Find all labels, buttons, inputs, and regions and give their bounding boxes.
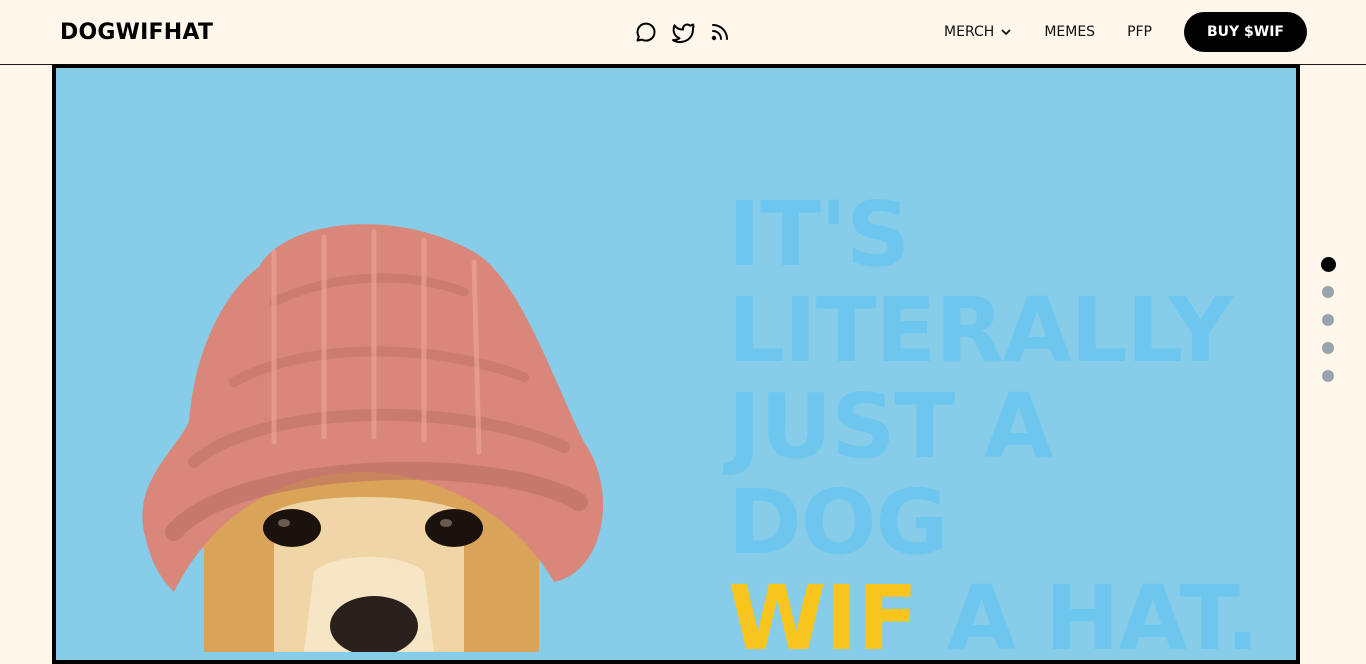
chat-bubble-icon[interactable] [634, 20, 658, 44]
nav-merch-dropdown[interactable]: MERCH [944, 24, 1012, 40]
dog-wearing-hat-image [142, 224, 604, 652]
pagination-dot[interactable] [1322, 314, 1334, 326]
headline-accent-wif: WIF [728, 566, 918, 664]
headline-line-2: LITERALLY [728, 278, 1233, 382]
main-nav: MERCH MEMES PFP BUY $WIF [944, 12, 1307, 52]
site-header: DOGWIFHAT MERCH MEMES PFP BUY $WIF [0, 0, 1366, 65]
hero-headline: IT'S LITERALLY JUST A DOG WIF A HAT. [728, 182, 1259, 660]
twitter-bird-icon[interactable] [671, 20, 695, 44]
site-logo[interactable]: DOGWIFHAT [60, 20, 213, 45]
nav-pfp-link[interactable]: PFP [1127, 24, 1152, 40]
pagination-dot[interactable] [1321, 257, 1336, 272]
headline-line-4: DOG [728, 470, 949, 574]
nav-merch-label: MERCH [944, 24, 995, 40]
buy-wif-button[interactable]: BUY $WIF [1184, 12, 1307, 52]
headline-line-1: IT'S [728, 182, 910, 286]
pagination-dot[interactable] [1322, 370, 1334, 382]
pagination-dot[interactable] [1322, 286, 1334, 298]
headline-line-3: JUST A [728, 374, 1053, 478]
social-links [634, 20, 732, 44]
headline-line-5-rest: A HAT. [917, 566, 1259, 664]
chevron-down-icon [1001, 29, 1011, 35]
hero-section: IT'S LITERALLY JUST A DOG WIF A HAT. [52, 64, 1300, 664]
rss-feed-icon[interactable] [708, 20, 732, 44]
section-pagination [1321, 257, 1336, 398]
pagination-dot[interactable] [1322, 342, 1334, 354]
headline-line-5: WIF A HAT. [728, 570, 1259, 660]
nav-memes-link[interactable]: MEMES [1044, 24, 1095, 40]
